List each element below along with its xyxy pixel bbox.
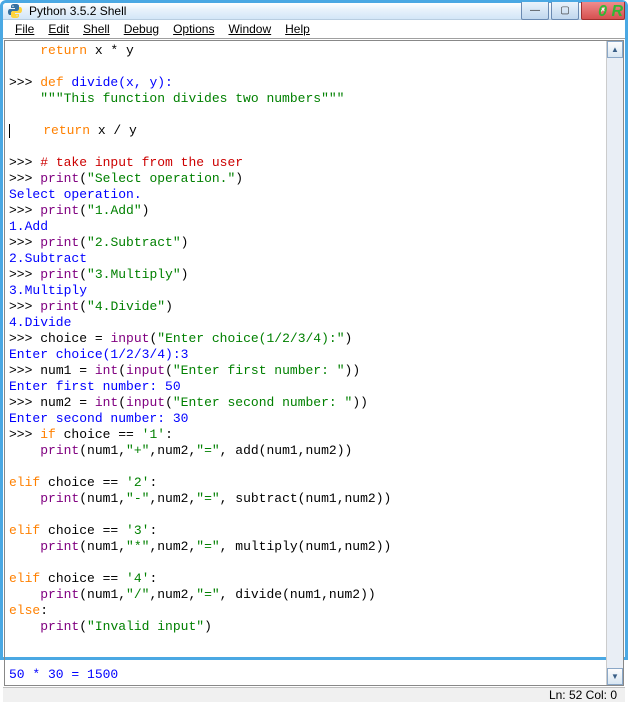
minimize-button[interactable]: — [521, 2, 549, 20]
menu-edit[interactable]: Edit [42, 20, 75, 38]
keyword-return: return [43, 123, 90, 138]
prompt: >>> [9, 427, 40, 442]
statusbar: Ln: 52 Col: 0 [3, 687, 625, 702]
menu-shell[interactable]: Shell [77, 20, 116, 38]
prompt: >>> [9, 331, 40, 346]
keyword-elif: elif [9, 571, 40, 586]
keyword-def: def [40, 75, 63, 90]
output-line: 1.Add [9, 219, 48, 234]
scroll-down-button[interactable]: ▼ [607, 668, 623, 685]
keyword-else: else [9, 603, 40, 618]
output-line: Enter first number: 50 [9, 379, 181, 394]
keyword-if: if [40, 427, 56, 442]
prompt: >>> [9, 363, 40, 378]
menu-options[interactable]: Options [167, 20, 220, 38]
prompt: >>> [9, 267, 40, 282]
maximize-button[interactable]: ▢ [551, 2, 579, 20]
prompt: >>> [9, 75, 40, 90]
comment: # take input from the user [40, 155, 243, 170]
prompt: >>> [9, 299, 40, 314]
shell-editor[interactable]: return x * y >>> def divide(x, y): """Th… [5, 41, 606, 685]
prompt: >>> [9, 171, 40, 186]
menubar: File Edit Shell Debug Options Window Hel… [3, 20, 625, 39]
window-controls: — ▢ ✕ [521, 2, 625, 20]
menu-file[interactable]: File [9, 20, 40, 38]
builtin-input: input [110, 331, 149, 346]
menu-window[interactable]: Window [222, 20, 277, 38]
titlebar[interactable]: Python 3.5.2 Shell — ▢ ✕ [3, 3, 625, 20]
output-line: Enter choice(1/2/3/4):3 [9, 347, 188, 362]
output-line: 3.Multiply [9, 283, 87, 298]
menu-help[interactable]: Help [279, 20, 316, 38]
prompt: >>> [9, 203, 40, 218]
python-icon [7, 3, 23, 19]
content-area: return x * y >>> def divide(x, y): """Th… [4, 40, 624, 686]
builtin-print: print [40, 171, 79, 186]
output-line: 4.Divide [9, 315, 71, 330]
output-line: Enter second number: 30 [9, 411, 188, 426]
keyword-return: return [40, 43, 87, 58]
output-line: 2.Subtract [9, 251, 87, 266]
scroll-up-button[interactable]: ▲ [607, 41, 623, 58]
shell-window: Python 3.5.2 Shell — ▢ ✕ 0 R File Edit S… [0, 0, 628, 660]
docstring: """This function divides two numbers""" [40, 91, 344, 106]
output-result: 50 * 30 = 1500 [9, 667, 118, 682]
keyword-elif: elif [9, 475, 40, 490]
menu-debug[interactable]: Debug [118, 20, 165, 38]
cursor-position: Ln: 52 Col: 0 [549, 688, 617, 702]
prompt: >>> [9, 235, 40, 250]
close-button[interactable]: ✕ [581, 2, 625, 20]
builtin-int: int [95, 363, 118, 378]
output-line: Select operation. [9, 187, 142, 202]
keyword-elif: elif [9, 523, 40, 538]
prompt: >>> [9, 395, 40, 410]
scroll-track[interactable] [607, 58, 623, 668]
vertical-scrollbar[interactable]: ▲ ▼ [606, 41, 623, 685]
prompt: >>> [9, 155, 40, 170]
text-cursor [9, 124, 10, 138]
